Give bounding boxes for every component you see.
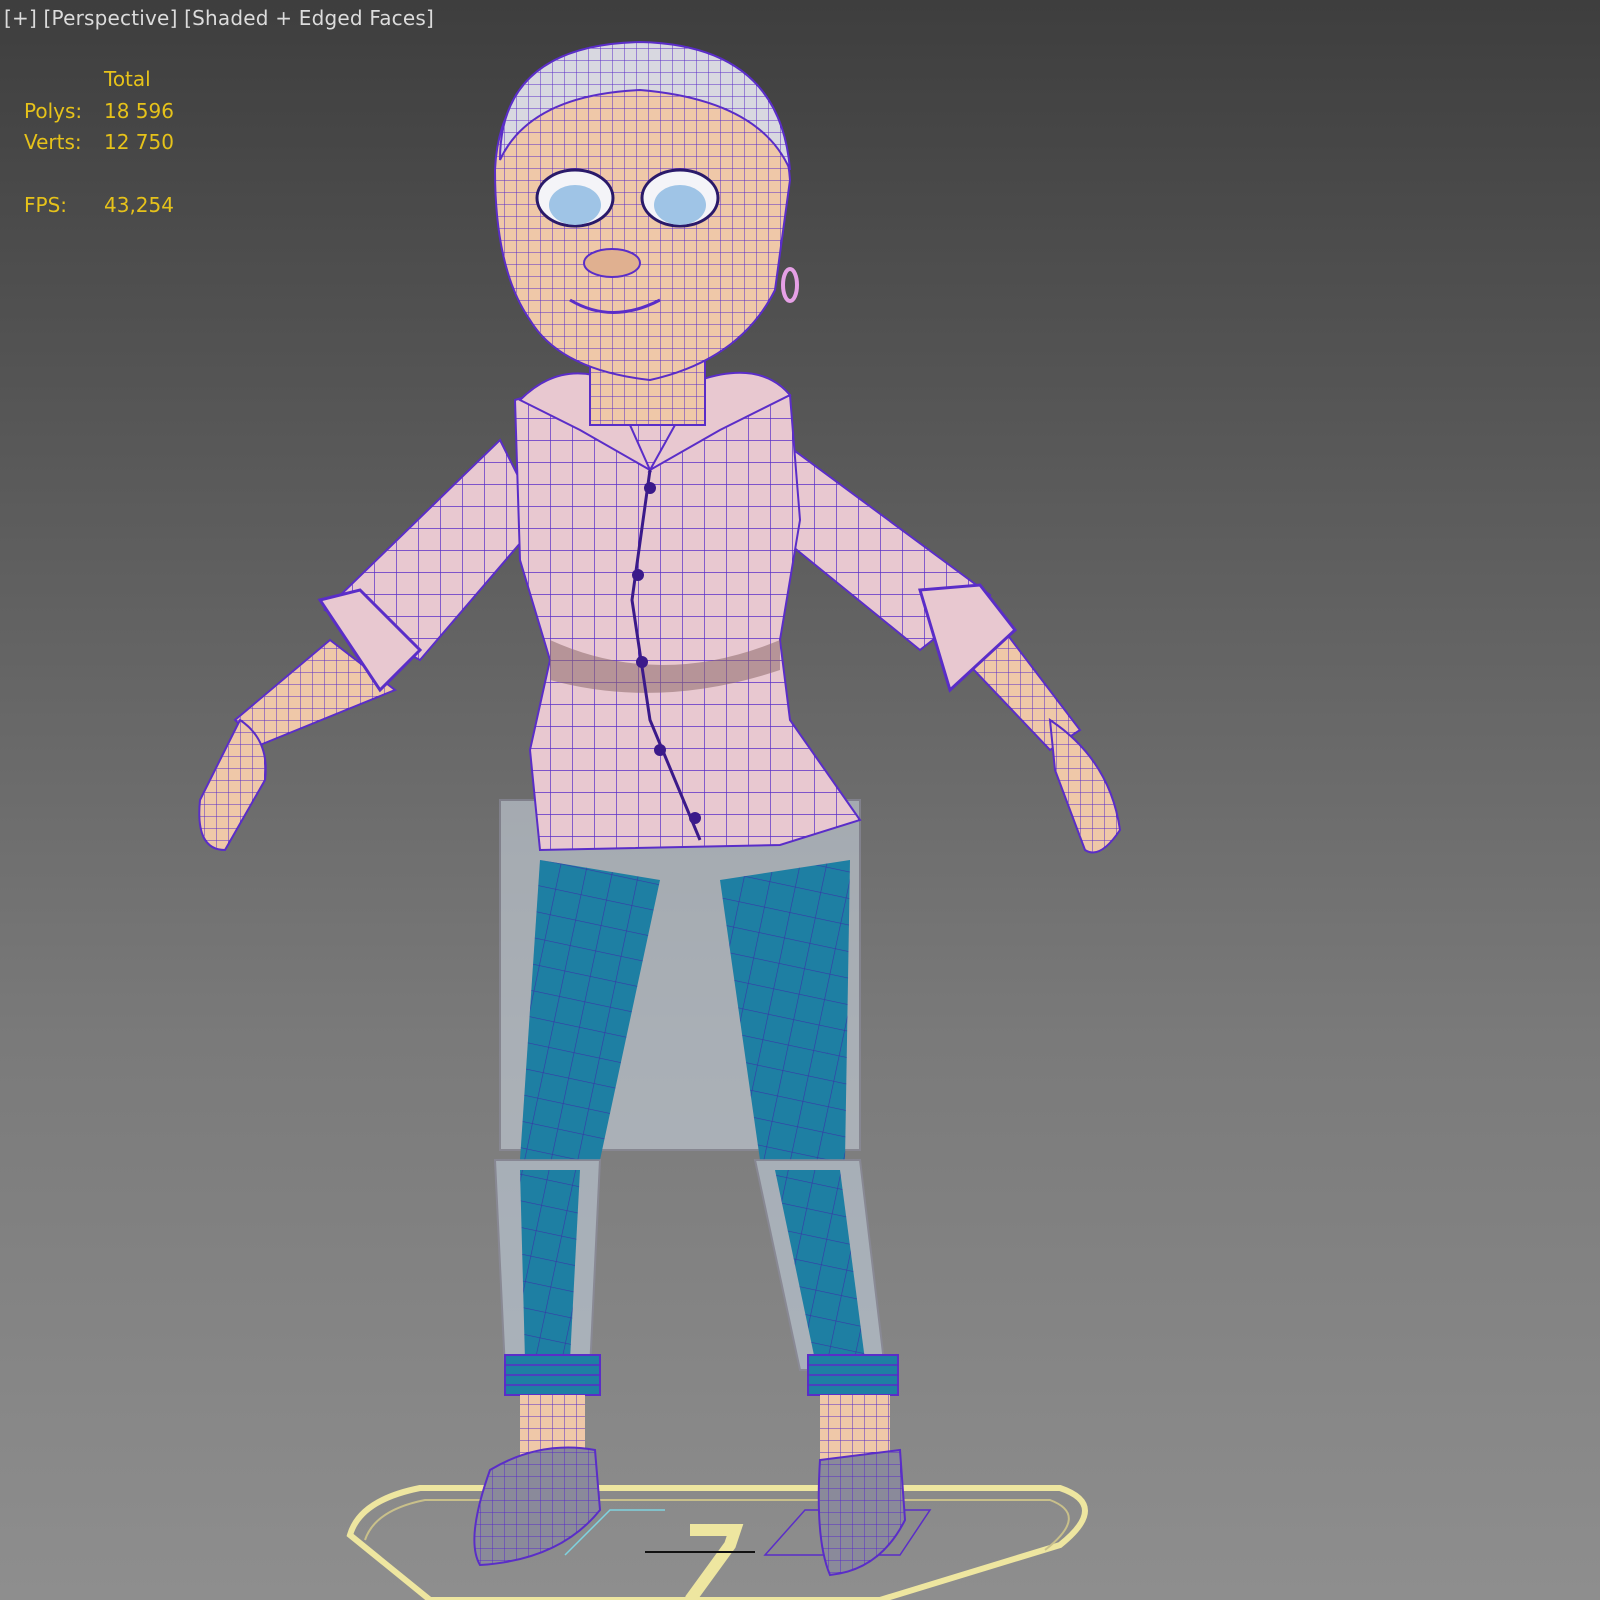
shoes <box>473 1446 907 1577</box>
shading-mode-button[interactable]: [Shaded + Edged Faces] <box>184 6 434 30</box>
view-mode-button[interactable]: [Perspective] <box>44 6 178 30</box>
viewport-menu-button[interactable]: [+] <box>4 6 37 30</box>
shirt <box>513 371 862 852</box>
fps-value: 43,254 <box>104 192 174 217</box>
head <box>493 40 799 382</box>
verts-label: Verts: <box>24 130 82 154</box>
stats-gap <box>24 159 224 190</box>
stats-spacer <box>24 64 104 96</box>
character-model-scene[interactable] <box>0 0 1600 1600</box>
perspective-viewport[interactable]: [+] [Perspective] [Shaded + Edged Faces]… <box>0 0 1600 1600</box>
verts-value: 12 750 <box>104 130 174 154</box>
ground-gizmo[interactable] <box>346 1485 1088 1600</box>
statistics-overlay: Total Polys: 18 596 Verts: 12 750 FPS: 4… <box>24 64 224 221</box>
viewport-label: [+] [Perspective] [Shaded + Edged Faces] <box>4 6 434 30</box>
polys-label: Polys: <box>24 98 83 123</box>
fps-label: FPS: <box>24 192 67 217</box>
stats-header: Total <box>104 67 151 91</box>
polys-value: 18 596 <box>104 98 174 123</box>
jeans <box>493 799 899 1460</box>
